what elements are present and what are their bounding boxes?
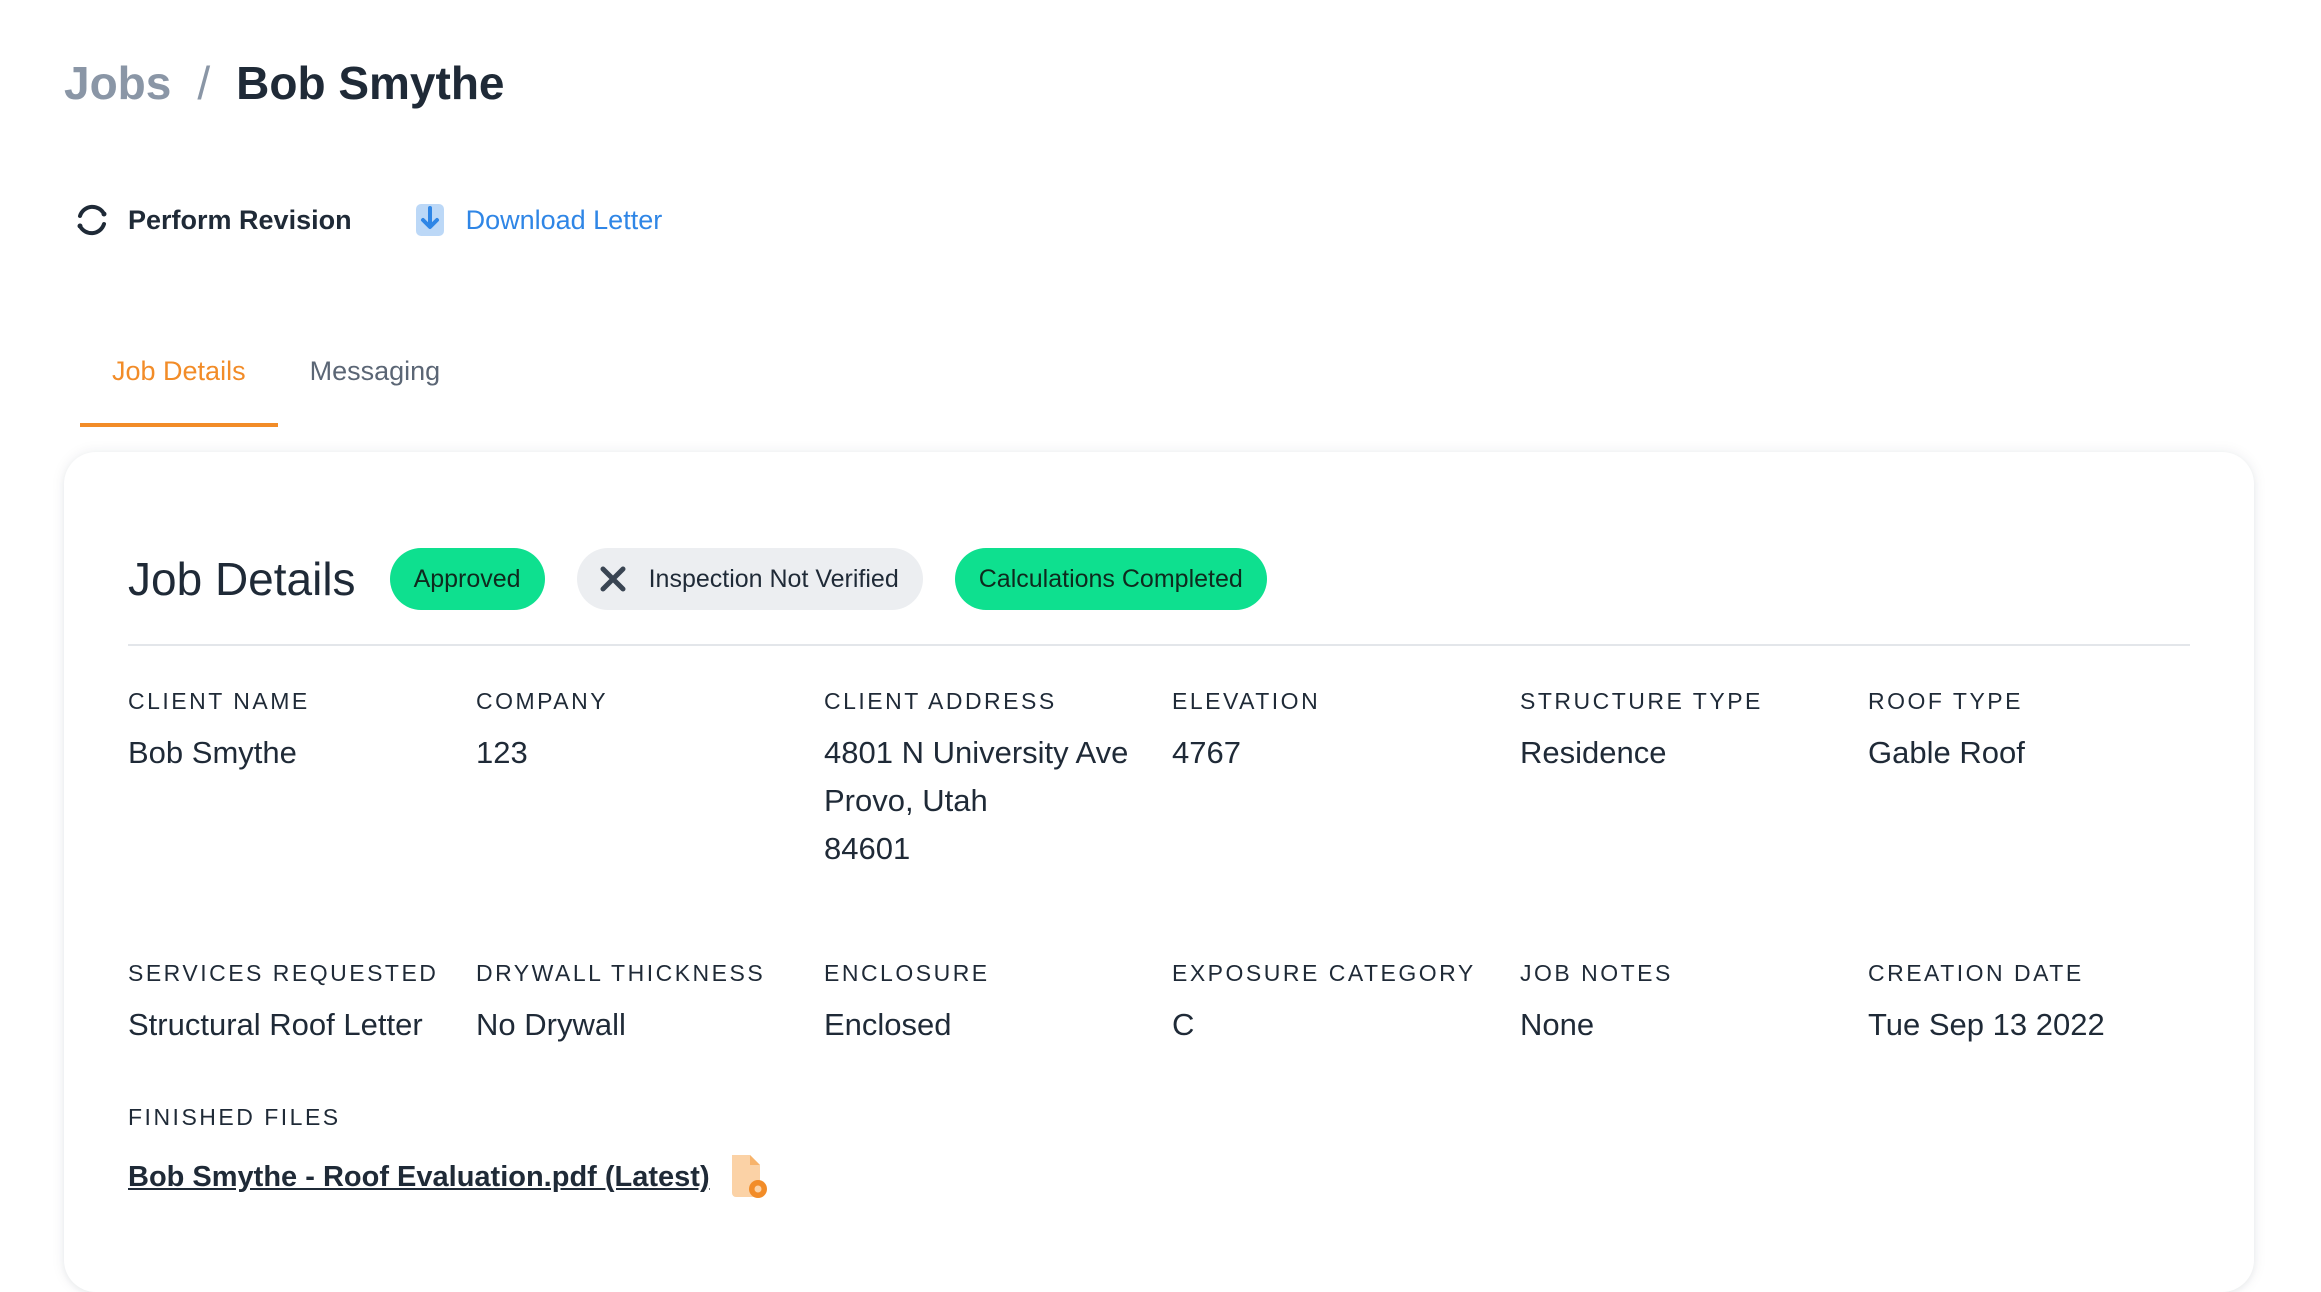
field-client-name: Client Name Bob Smythe — [128, 688, 476, 873]
breadcrumb: Jobs / Bob Smythe — [64, 56, 505, 110]
refresh-icon — [72, 200, 112, 240]
field-client-address: Client Address 4801 N University Ave Pro… — [824, 688, 1172, 873]
job-details-card: Job Details Approved Inspection Not Veri… — [64, 452, 2254, 1292]
field-value: Tue Sep 13 2022 — [1868, 1007, 2105, 1042]
field-value: 123 — [476, 735, 528, 770]
tab-messaging[interactable]: Messaging — [278, 340, 473, 427]
field-value: Residence — [1520, 735, 1667, 770]
address-line-2: Provo, Utah — [824, 783, 988, 818]
finished-file-link[interactable]: Bob Smythe - Roof Evaluation.pdf (Latest… — [128, 1161, 710, 1194]
field-value: Enclosed — [824, 1007, 952, 1042]
field-label: Creation Date — [1868, 960, 2084, 986]
field-services-requested: Services Requested Structural Roof Lette… — [128, 960, 476, 1049]
field-enclosure: Enclosure Enclosed — [824, 960, 1172, 1049]
field-value: None — [1520, 1007, 1595, 1042]
field-exposure-category: Exposure Category C — [1172, 960, 1520, 1049]
download-icon — [410, 200, 450, 240]
field-value: Gable Roof — [1868, 735, 2025, 770]
field-label: Client Address — [824, 688, 1057, 714]
field-label: Exposure Category — [1172, 960, 1476, 986]
address-line-3: 84601 — [824, 831, 911, 866]
status-badge-calculations: Calculations Completed — [954, 548, 1267, 610]
field-structure-type: Structure Type Residence — [1520, 688, 1868, 873]
card-title: Job Details — [128, 553, 356, 605]
tab-bar: Job Details Messaging — [80, 340, 472, 427]
field-drywall-thickness: Drywall Thickness No Drywall — [476, 960, 824, 1049]
field-label: Roof Type — [1868, 688, 2023, 714]
finished-files-section: Finished Files Bob Smythe - Roof Evaluat… — [128, 1104, 770, 1201]
status-badge-inspection-label: Inspection Not Verified — [648, 564, 899, 593]
action-toolbar: Perform Revision Download Letter — [72, 200, 662, 240]
download-letter-button[interactable]: Download Letter — [410, 200, 663, 240]
x-icon — [593, 559, 633, 599]
download-letter-label: Download Letter — [465, 204, 663, 235]
perform-revision-button[interactable]: Perform Revision — [72, 200, 352, 240]
field-company: Company 123 — [476, 688, 824, 873]
field-creation-date: Creation Date Tue Sep 13 2022 — [1868, 960, 2216, 1049]
field-value: No Drywall — [476, 1007, 626, 1042]
header-divider — [128, 644, 2190, 646]
finished-files-label: Finished Files — [128, 1104, 341, 1130]
status-badge-approved: Approved — [389, 548, 545, 610]
perform-revision-label: Perform Revision — [128, 204, 352, 235]
breadcrumb-jobs-link[interactable]: Jobs — [64, 56, 171, 110]
pdf-file-icon[interactable] — [726, 1153, 770, 1201]
file-row: Bob Smythe - Roof Evaluation.pdf (Latest… — [128, 1153, 770, 1201]
page-title: Bob Smythe — [236, 57, 505, 109]
breadcrumb-separator: / — [197, 57, 211, 109]
details-row-2: Services Requested Structural Roof Lette… — [128, 960, 2216, 1049]
field-label: Job Notes — [1520, 960, 1673, 986]
address-line-1: 4801 N University Ave — [824, 735, 1129, 770]
field-value: Structural Roof Letter — [128, 1007, 423, 1042]
field-job-notes: Job Notes None — [1520, 960, 1868, 1049]
field-label: Drywall Thickness — [476, 960, 766, 986]
field-value: Bob Smythe — [128, 735, 297, 770]
field-label: Enclosure — [824, 960, 990, 986]
field-value: 4767 — [1172, 735, 1241, 770]
field-label: Elevation — [1172, 688, 1321, 714]
field-label: Company — [476, 688, 609, 714]
card-header: Job Details Approved Inspection Not Veri… — [128, 548, 1299, 610]
status-badge-inspection: Inspection Not Verified — [576, 548, 923, 610]
field-value: C — [1172, 1007, 1195, 1042]
field-label: Structure Type — [1520, 688, 1763, 714]
tab-job-details[interactable]: Job Details — [80, 340, 278, 427]
details-row-1: Client Name Bob Smythe Company 123 Clien… — [128, 688, 2216, 873]
field-label: Client Name — [128, 688, 310, 714]
field-roof-type: Roof Type Gable Roof — [1868, 688, 2216, 873]
field-label: Services Requested — [128, 960, 439, 986]
field-elevation: Elevation 4767 — [1172, 688, 1520, 873]
